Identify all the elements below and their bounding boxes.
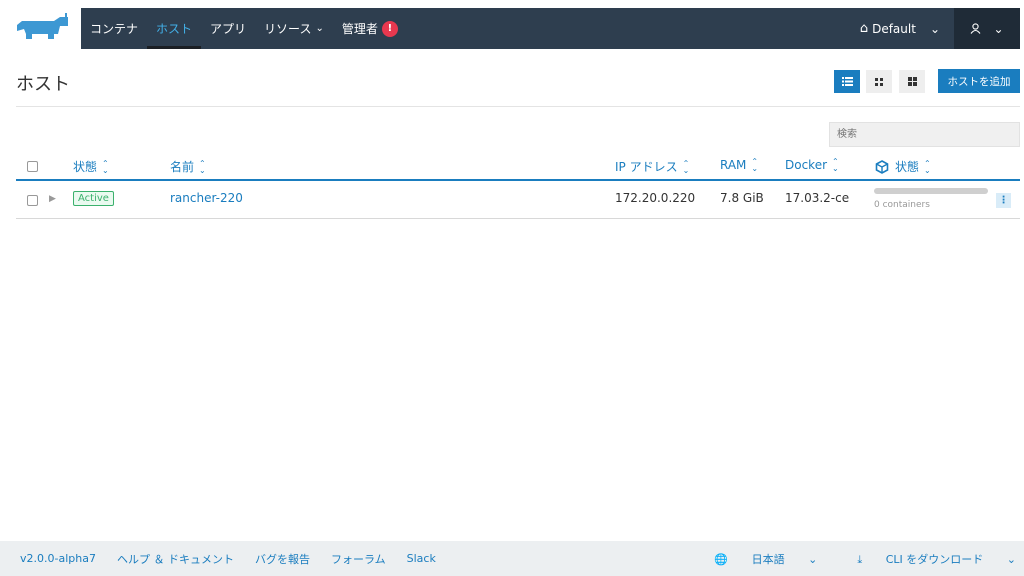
chevron-down-icon: ⌄ <box>929 21 940 36</box>
search-input[interactable] <box>829 122 1020 147</box>
nav-hosts[interactable]: ホスト <box>147 8 202 49</box>
column-docker[interactable]: Docker ⌃ ⌄ <box>785 157 839 173</box>
table-header-line <box>16 179 1020 181</box>
expand-icon[interactable]: ▶ <box>49 194 56 204</box>
chevron-down-icon: ⌄ <box>808 552 818 566</box>
environment-selector[interactable]: ⌂ Default ⌄ <box>860 8 954 49</box>
language-label: 日本語 <box>751 552 785 566</box>
nav-admin-label: 管理者 <box>341 22 378 36</box>
nav-admin[interactable]: 管理者 ! <box>333 8 407 49</box>
grid-small-button[interactable] <box>866 70 892 93</box>
container-progress-bar <box>874 188 988 194</box>
sort-icon: ⌃ ⌄ <box>924 158 931 175</box>
grid-small-icon <box>875 77 883 86</box>
host-name-link[interactable]: rancher-220 <box>170 191 243 205</box>
header-divider <box>16 106 1020 107</box>
host-ram: 7.8 GiB <box>720 191 764 205</box>
user-menu[interactable]: ⌄ <box>954 8 1020 49</box>
column-ram-label: RAM <box>720 158 747 172</box>
footer-slack-link[interactable]: Slack <box>407 552 436 565</box>
nav-containers-label: コンテナ <box>90 22 139 36</box>
row-actions-button[interactable]: ⋮ <box>996 193 1011 208</box>
status-badge: Active <box>73 191 114 206</box>
page-title: ホスト <box>16 74 70 95</box>
sort-icon: ⌃ ⌄ <box>102 158 109 175</box>
sort-icon: ⌃ ⌄ <box>199 158 206 175</box>
column-state-label: 状態 <box>73 160 98 174</box>
table-row-line <box>16 218 1020 219</box>
column-ram[interactable]: RAM ⌃ ⌄ <box>720 157 759 173</box>
environment-name: Default <box>872 21 916 36</box>
column-ip-label: IP アドレス <box>615 160 678 174</box>
nav-resources[interactable]: リソース ⌄ <box>255 8 333 49</box>
cube-icon <box>875 159 889 174</box>
column-name-label: 名前 <box>170 160 195 174</box>
add-host-button[interactable]: ホストを追加 <box>938 69 1020 93</box>
footer-report-link[interactable]: バグを報告 <box>255 551 310 567</box>
top-nav: コンテナ ホスト アプリ リソース ⌄ 管理者 ! ⌂ Default ⌄ <box>81 8 954 49</box>
column-ip[interactable]: IP アドレス ⌃ ⌄ <box>615 158 689 175</box>
nav-apps-label: アプリ <box>210 22 247 36</box>
list-view-icon <box>841 77 853 86</box>
host-ip: 172.20.0.220 <box>615 191 696 205</box>
alert-badge: ! <box>381 20 398 37</box>
footer-version-link[interactable]: v2.0.0-alpha7 <box>20 552 96 565</box>
sort-icon: ⌃ ⌄ <box>682 158 690 175</box>
chevron-down-icon: ⌄ <box>993 21 1004 36</box>
container-count: 0 containers <box>874 200 930 210</box>
chevron-down-icon: ⌄ <box>1006 552 1016 566</box>
sort-icon: ⌃ ⌄ <box>832 157 839 173</box>
list-view-button[interactable] <box>834 70 860 93</box>
nav-resources-label: リソース <box>264 22 312 36</box>
host-docker-version: 17.03.2-ce <box>785 191 850 205</box>
chevron-down-icon: ⌄ <box>315 23 324 34</box>
download-icon: ⤓ <box>857 552 863 566</box>
cli-download[interactable]: ⤓ CLI をダウンロード ⌄ <box>837 551 1016 567</box>
column-name[interactable]: 名前 ⌃ ⌄ <box>170 158 206 175</box>
sort-icon: ⌃ ⌄ <box>751 157 759 173</box>
row-checkbox[interactable] <box>27 195 38 206</box>
cli-download-label: CLI をダウンロード <box>885 552 984 566</box>
grid-large-button[interactable] <box>899 70 925 93</box>
home-icon: ⌂ <box>859 21 869 36</box>
nav-hosts-label: ホスト <box>156 22 193 36</box>
language-selector[interactable]: 🌐 日本語 ⌄ <box>694 551 817 567</box>
column-state[interactable]: 状態 ⌃ ⌄ <box>73 158 109 175</box>
column-docker-label: Docker <box>785 158 828 172</box>
kebab-menu-icon: ⋮ <box>998 195 1009 206</box>
select-all-checkbox[interactable] <box>27 161 38 172</box>
nav-containers[interactable]: コンテナ <box>81 8 147 49</box>
column-container-state[interactable]: 状態 ⌃ ⌄ <box>875 158 931 175</box>
footer-forum-link[interactable]: フォーラム <box>331 551 386 567</box>
globe-icon: 🌐 <box>714 552 729 566</box>
column-container-state-label: 状態 <box>895 160 920 174</box>
footer-help-link[interactable]: ヘルプ ＆ ドキュメント <box>117 551 234 567</box>
footer: v2.0.0-alpha7 ヘルプ ＆ ドキュメント バグを報告 フォーラム S… <box>0 541 1024 576</box>
user-icon <box>971 23 981 34</box>
rancher-logo[interactable] <box>14 12 70 44</box>
grid-large-icon <box>907 77 917 86</box>
nav-apps[interactable]: アプリ <box>201 8 255 49</box>
